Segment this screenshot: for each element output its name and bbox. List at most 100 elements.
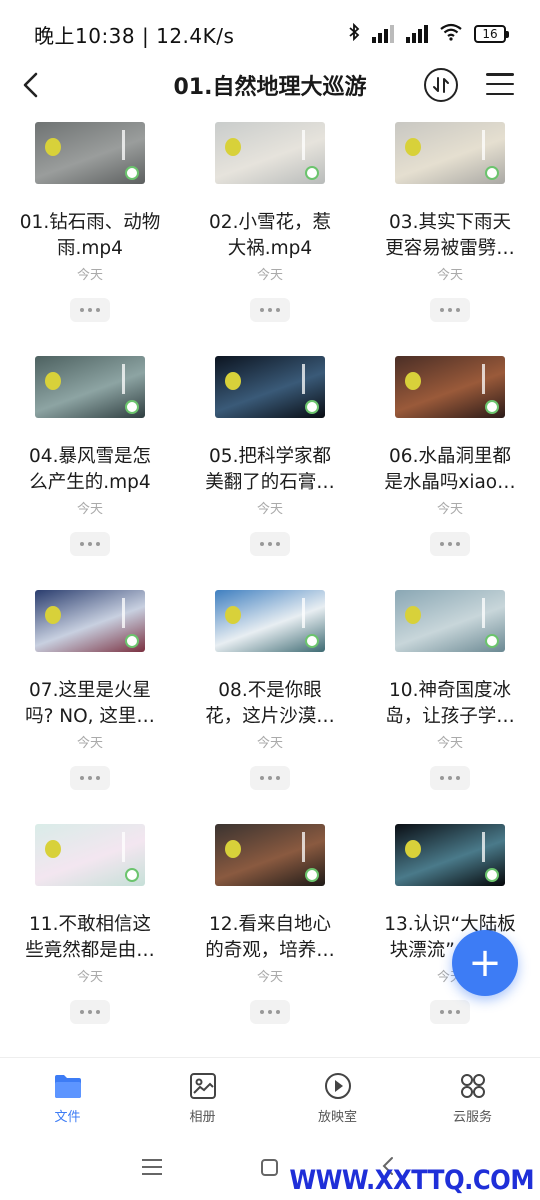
video-thumbnail[interactable]	[215, 824, 325, 886]
more-options-button[interactable]	[70, 298, 110, 322]
more-options-button[interactable]	[430, 766, 470, 790]
thumbnail-caption	[122, 130, 125, 160]
tab-screening-room[interactable]: 放映室	[270, 1058, 405, 1137]
file-item[interactable]: 06.水晶洞里都 是水晶吗xiao… 今天	[360, 356, 540, 590]
video-thumbnail[interactable]	[35, 590, 145, 652]
dot-icon	[96, 542, 100, 546]
file-item[interactable]: 08.不是你眼 花，这片沙漠… 今天	[180, 590, 360, 824]
file-name: 12.看来自地心 的奇观，培养…	[192, 912, 348, 964]
more-options-button[interactable]	[250, 766, 290, 790]
mascot-icon	[45, 840, 61, 858]
file-date: 今天	[436, 736, 463, 751]
file-date: 今天	[256, 502, 283, 517]
mascot-icon	[405, 606, 421, 624]
dot-icon	[80, 776, 84, 780]
more-options-button[interactable]	[70, 766, 110, 790]
dot-icon	[268, 308, 272, 312]
more-options-button[interactable]	[250, 298, 290, 322]
channel-logo-icon	[305, 868, 319, 882]
more-options-button[interactable]	[250, 1000, 290, 1024]
video-thumbnail[interactable]	[215, 122, 325, 184]
video-thumbnail[interactable]	[395, 824, 505, 886]
tab-files[interactable]: 文件	[0, 1058, 135, 1137]
dot-icon	[448, 1010, 452, 1014]
video-thumbnail[interactable]	[35, 356, 145, 418]
menu-icon-bar	[142, 1173, 162, 1175]
file-item[interactable]: 13.认识“大陆板 块漂流”，思… 今天	[360, 824, 540, 1057]
file-name: 04.暴风雪是怎 么产生的.mp4	[12, 444, 168, 496]
menu-icon-bar	[142, 1166, 162, 1168]
file-item[interactable]: 02.小雪花，惹 大祸.mp4 今天	[180, 122, 360, 356]
file-grid: 01.钻石雨、动物 雨.mp4 今天 02.小雪花，惹 大祸.mp4 今天 03.其实下雨天…	[0, 112, 540, 1057]
nav-recents-button[interactable]	[142, 1159, 162, 1175]
more-options-button[interactable]	[430, 1000, 470, 1024]
file-name: 10.神奇国度冰 岛，让孩子学…	[372, 678, 528, 730]
thumbnail-caption	[482, 832, 485, 862]
thumbnail-caption	[302, 832, 305, 862]
nav-home-button[interactable]	[261, 1159, 278, 1176]
file-name: 02.小雪花，惹 大祸.mp4	[192, 210, 348, 262]
file-name-line: 04.暴风雪是怎	[29, 446, 151, 467]
channel-logo-icon	[125, 634, 139, 648]
dot-icon	[456, 1010, 460, 1014]
dot-icon	[80, 1010, 84, 1014]
tab-album[interactable]: 相册	[135, 1058, 270, 1137]
dot-icon	[276, 1010, 280, 1014]
dot-icon	[268, 542, 272, 546]
dot-icon	[260, 542, 264, 546]
file-name-line: 07.这里是火星	[29, 680, 151, 701]
add-button[interactable]: +	[452, 930, 518, 996]
mascot-icon	[225, 606, 241, 624]
mascot-icon	[405, 840, 421, 858]
channel-logo-icon	[305, 634, 319, 648]
video-thumbnail[interactable]	[215, 356, 325, 418]
menu-icon-bar	[142, 1159, 162, 1161]
file-item[interactable]: 03.其实下雨天 更容易被雷劈… 今天	[360, 122, 540, 356]
dot-icon	[448, 776, 452, 780]
file-item[interactable]: 04.暴风雪是怎 么产生的.mp4 今天	[0, 356, 180, 590]
tab-label: 相册	[189, 1110, 216, 1125]
file-name-line: 12.看来自地心	[209, 914, 331, 935]
sort-button[interactable]	[424, 68, 458, 102]
file-name-line: 更容易被雷劈…	[385, 238, 515, 259]
channel-logo-icon	[485, 400, 499, 414]
file-item[interactable]: 01.钻石雨、动物 雨.mp4 今天	[0, 122, 180, 356]
file-name-line: 雨.mp4	[57, 238, 123, 259]
more-options-button[interactable]	[430, 298, 470, 322]
more-options-button[interactable]	[70, 1000, 110, 1024]
more-options-button[interactable]	[250, 532, 290, 556]
dot-icon	[448, 542, 452, 546]
dot-icon	[80, 308, 84, 312]
file-item[interactable]: 07.这里是火星 吗? NO, 这里… 今天	[0, 590, 180, 824]
file-item[interactable]: 11.不敢相信这 些竟然都是由… 今天	[0, 824, 180, 1057]
back-button[interactable]	[14, 68, 48, 102]
file-name-line: 美翻了的石膏…	[205, 472, 335, 493]
dot-icon	[276, 776, 280, 780]
more-options-button[interactable]	[70, 532, 110, 556]
video-thumbnail[interactable]	[35, 122, 145, 184]
thumbnail-caption	[482, 598, 485, 628]
file-name-line: 岛，让孩子学…	[385, 706, 515, 727]
video-thumbnail[interactable]	[395, 590, 505, 652]
file-name-line: 是水晶吗xiao…	[384, 472, 516, 493]
menu-button[interactable]	[486, 70, 514, 98]
video-thumbnail[interactable]	[395, 122, 505, 184]
file-name-line: 些竟然都是由…	[25, 940, 155, 961]
tab-cloud-service[interactable]: 云服务	[405, 1058, 540, 1137]
thumbnail-caption	[302, 130, 305, 160]
video-thumbnail[interactable]	[395, 356, 505, 418]
menu-icon-bar	[486, 92, 514, 95]
dot-icon	[456, 542, 460, 546]
video-thumbnail[interactable]	[35, 824, 145, 886]
video-thumbnail[interactable]	[215, 590, 325, 652]
file-item[interactable]: 05.把科学家都 美翻了的石膏… 今天	[180, 356, 360, 590]
file-name: 08.不是你眼 花，这片沙漠…	[192, 678, 348, 730]
mascot-icon	[225, 138, 241, 156]
file-date: 今天	[76, 736, 103, 751]
file-item[interactable]: 12.看来自地心 的奇观，培养… 今天	[180, 824, 360, 1057]
file-item[interactable]: 10.神奇国度冰 岛，让孩子学… 今天	[360, 590, 540, 824]
dot-icon	[88, 776, 92, 780]
file-name-line: 么产生的.mp4	[29, 472, 151, 493]
file-name: 03.其实下雨天 更容易被雷劈…	[372, 210, 528, 262]
more-options-button[interactable]	[430, 532, 470, 556]
